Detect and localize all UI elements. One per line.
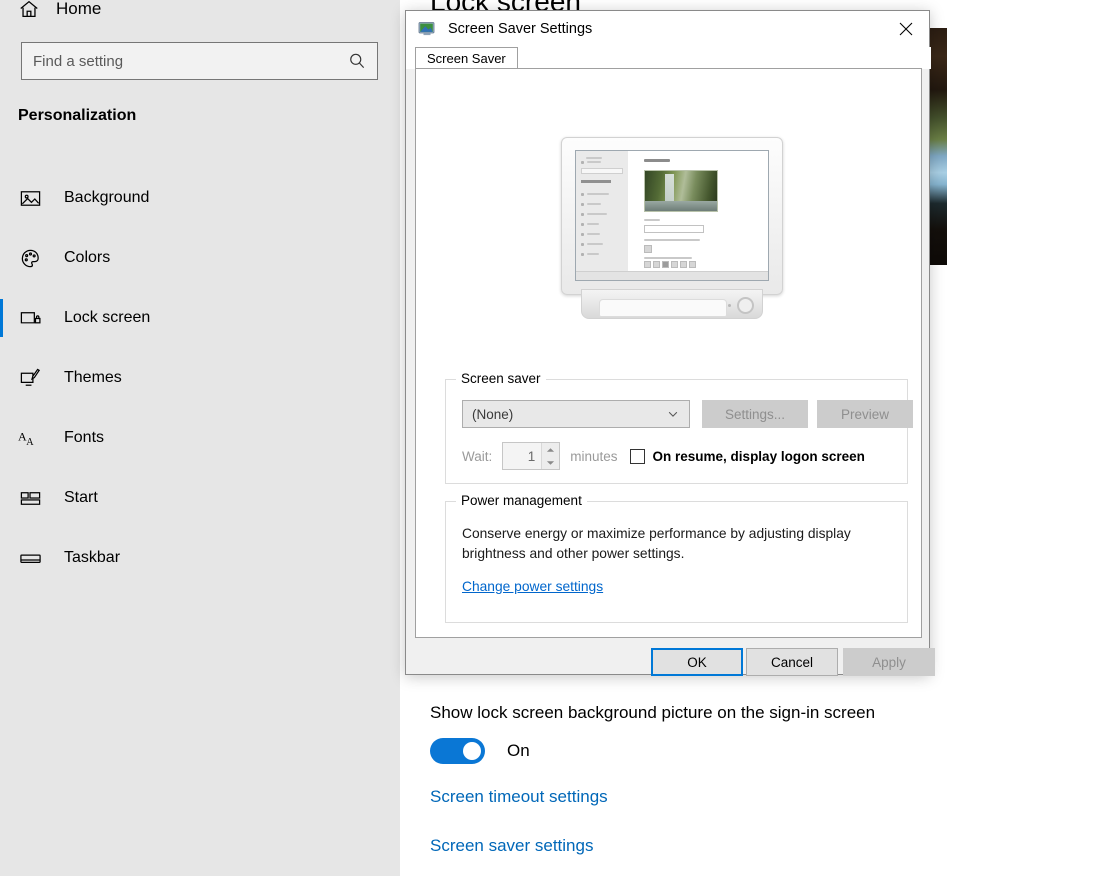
screen-saver-group-title: Screen saver [456, 371, 546, 386]
power-management-group: Power management Conserve energy or maxi… [445, 501, 908, 623]
sidebar-section-title: Personalization [18, 107, 136, 125]
dialog-button-bar: OK Cancel Apply [406, 637, 931, 676]
monitor-icon [418, 20, 436, 38]
lock-screen-icon [18, 306, 42, 330]
signin-background-toggle[interactable] [430, 738, 485, 764]
mini-combo [644, 225, 704, 233]
screen-saver-preview-monitor [561, 137, 783, 327]
dialog-tab-strip: Screen Saver [406, 47, 931, 69]
logon-screen-checkbox-label: On resume, display logon screen [653, 449, 865, 464]
logon-screen-checkbox-wrap[interactable]: On resume, display logon screen [630, 449, 865, 464]
power-management-description: Conserve energy or maximize performance … [462, 524, 862, 564]
monitor-power-button [737, 297, 754, 314]
sidebar-nav-list: Background Colors [0, 168, 400, 588]
search-box[interactable] [21, 42, 378, 80]
minutes-label: minutes [570, 449, 617, 464]
sidebar: Home Personalization [0, 0, 400, 876]
stepper-arrows[interactable] [541, 443, 559, 469]
mini-search-box [581, 168, 623, 174]
themes-pen-icon [18, 366, 42, 390]
apply-button[interactable]: Apply [843, 648, 935, 676]
sidebar-item-label: Fonts [64, 429, 104, 447]
screen-saver-settings-link[interactable]: Screen saver settings [430, 836, 593, 856]
search-icon [347, 51, 367, 71]
screen-saver-preview-button[interactable]: Preview [817, 400, 913, 428]
sidebar-item-home[interactable]: Home [18, 0, 101, 26]
sidebar-item-fonts[interactable]: A A Fonts [0, 408, 400, 468]
mini-section-title [581, 180, 611, 183]
power-management-group-title: Power management [456, 493, 587, 508]
screen-timeout-settings-link[interactable]: Screen timeout settings [430, 787, 608, 807]
toggle-state-label: On [507, 741, 530, 761]
wait-row: Wait: 1 minutes [462, 442, 865, 470]
mini-lock-screen-photo [644, 170, 718, 212]
mini-taskbar [576, 271, 769, 280]
monitor-screen [575, 150, 769, 281]
settings-window: Lock screen Show lock screen background … [0, 0, 1119, 876]
sidebar-item-label: Taskbar [64, 549, 120, 567]
tab-screen-saver[interactable]: Screen Saver [415, 47, 518, 69]
close-icon[interactable] [883, 11, 929, 47]
screen-saver-settings-dialog: Screen Saver Settings Screen Saver [405, 10, 930, 675]
stepper-up-icon[interactable] [542, 443, 559, 456]
picture-icon [18, 186, 42, 210]
sidebar-item-lock-screen[interactable]: Lock screen [0, 288, 400, 348]
change-power-settings-link[interactable]: Change power settings [462, 579, 603, 594]
sidebar-item-themes[interactable]: Themes [0, 348, 400, 408]
monitor-stand-notch [599, 299, 727, 317]
cancel-button[interactable]: Cancel [746, 648, 838, 676]
sidebar-item-label: Start [64, 489, 98, 507]
sidebar-item-start[interactable]: Start [0, 468, 400, 528]
wait-label: Wait: [462, 449, 492, 464]
palette-icon [18, 246, 42, 270]
fonts-aa-icon: A A [18, 426, 42, 450]
screen-saver-selected-value: (None) [463, 407, 663, 422]
wait-minutes-value: 1 [503, 449, 541, 464]
start-tiles-icon [18, 486, 42, 510]
chevron-down-icon [663, 408, 683, 420]
signin-background-label: Show lock screen background picture on t… [430, 703, 875, 723]
sidebar-item-label: Colors [64, 249, 110, 267]
svg-text:A: A [26, 436, 34, 447]
screen-saver-settings-button[interactable]: Settings... [702, 400, 808, 428]
sidebar-item-label: Background [64, 189, 149, 207]
signin-background-toggle-row: On [430, 738, 530, 764]
monitor-indicator-dot [728, 304, 731, 307]
dialog-tab-page: Screen saver (None) Settings... Preview … [415, 68, 922, 638]
sidebar-item-taskbar[interactable]: Taskbar [0, 528, 400, 588]
search-input[interactable] [22, 53, 347, 70]
home-label: Home [56, 0, 101, 19]
home-icon [18, 0, 40, 20]
screen-saver-group: Screen saver (None) Settings... Preview … [445, 379, 908, 484]
screen-saver-combobox[interactable]: (None) [462, 400, 690, 428]
sidebar-item-colors[interactable]: Colors [0, 228, 400, 288]
wait-minutes-stepper[interactable]: 1 [502, 442, 560, 470]
dialog-title-bar[interactable]: Screen Saver Settings [406, 11, 929, 47]
stepper-down-icon[interactable] [542, 456, 559, 469]
ok-button[interactable]: OK [651, 648, 743, 676]
toggle-knob [463, 742, 481, 760]
logon-screen-checkbox[interactable] [630, 449, 645, 464]
sidebar-item-background[interactable]: Background [0, 168, 400, 228]
taskbar-icon [18, 546, 42, 570]
sidebar-item-label: Lock screen [64, 309, 150, 327]
sidebar-item-label: Themes [64, 369, 122, 387]
dialog-title: Screen Saver Settings [448, 21, 592, 37]
